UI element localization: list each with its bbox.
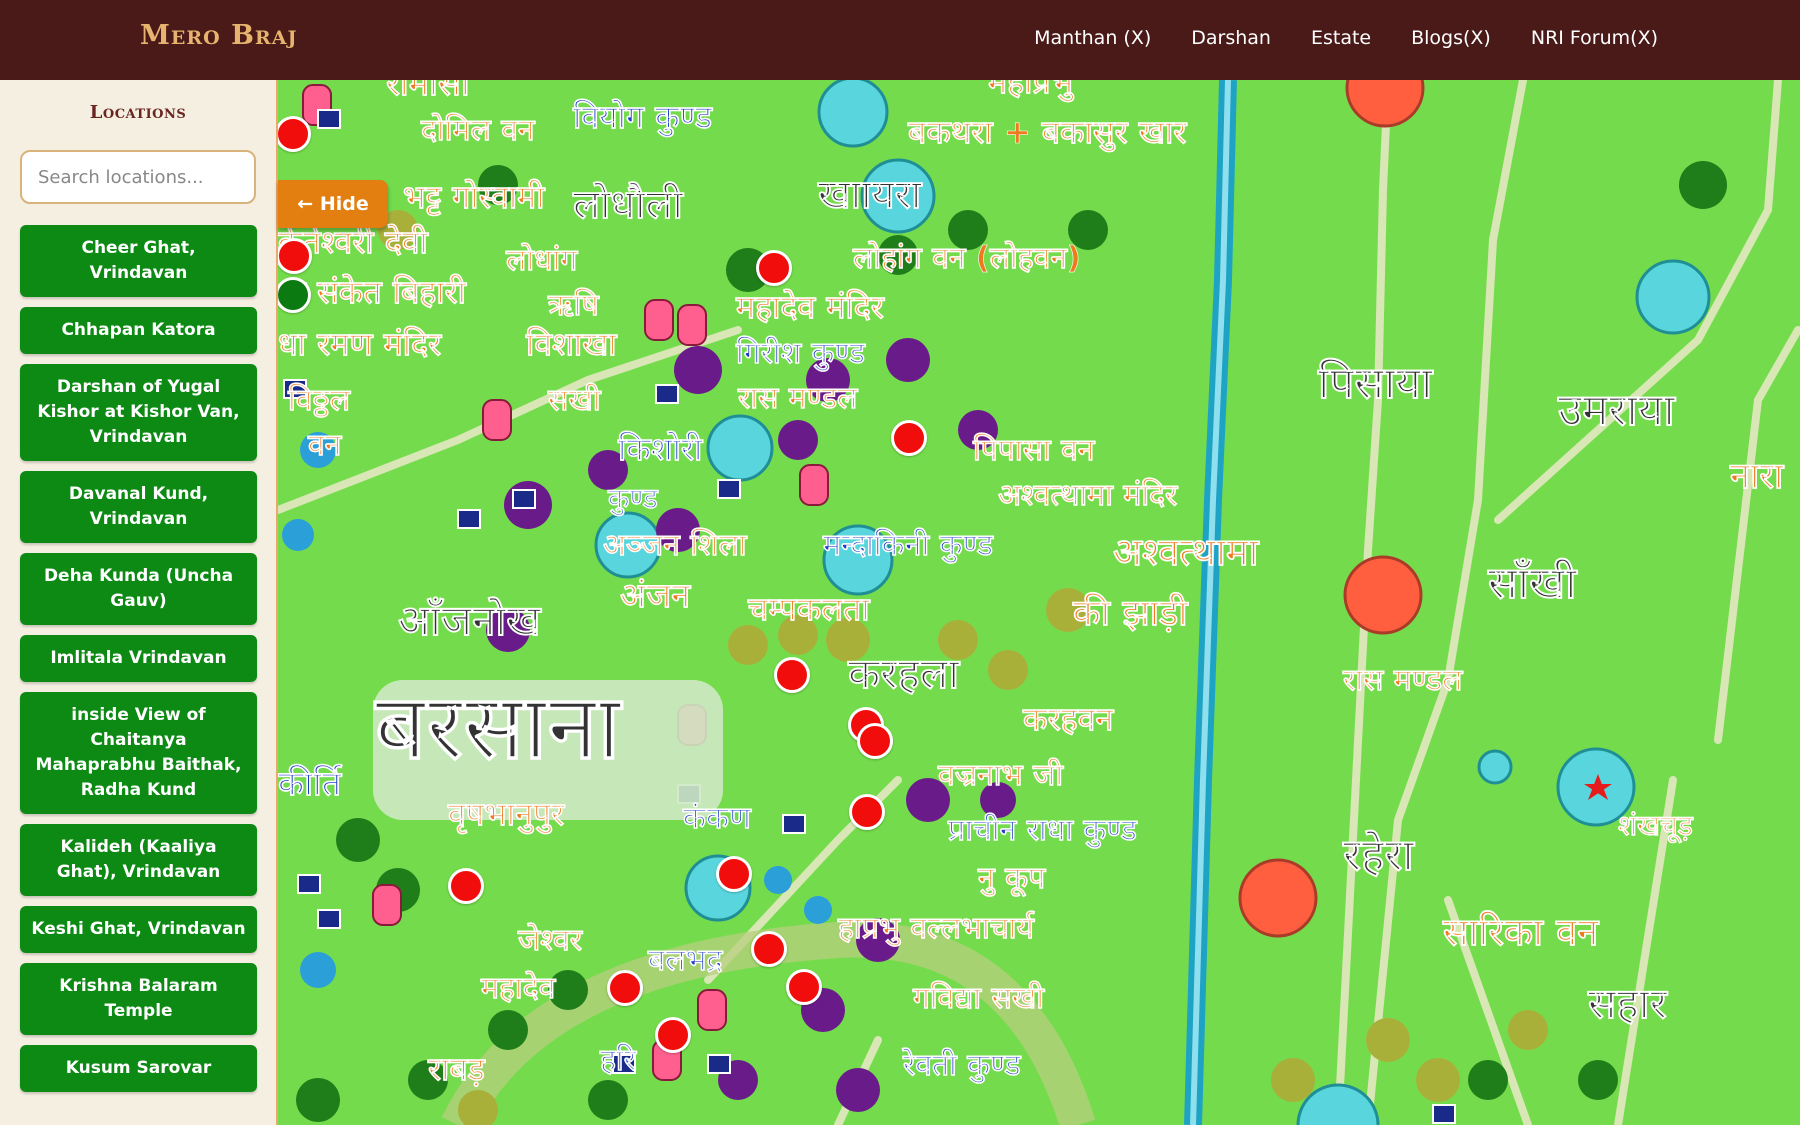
location-button[interactable]: Deha Kunda (Uncha Gauv) bbox=[20, 553, 257, 625]
location-button[interactable]: Kusum Sarovar bbox=[20, 1045, 257, 1092]
nav-manthan[interactable]: Manthan (X) bbox=[1034, 27, 1151, 49]
map-label: दोमिल वन bbox=[420, 112, 536, 148]
map-label: लोधांग bbox=[505, 242, 578, 278]
map-label: लोहांग वन (लोहवन) bbox=[852, 240, 1081, 276]
map-label: करहवन bbox=[1022, 700, 1114, 738]
map-label: हरि bbox=[599, 1042, 638, 1078]
map-label: वृषभानुपुर bbox=[447, 795, 566, 835]
map-label: वन bbox=[307, 428, 343, 463]
map-label: किशोरी bbox=[617, 430, 704, 468]
map-label: सहार bbox=[1587, 979, 1669, 1028]
map-label: धा रमण मंदिर bbox=[278, 325, 443, 363]
brand-logo[interactable]: Mero Braj bbox=[140, 20, 297, 51]
location-button[interactable]: Cheer Ghat, Vrindavan bbox=[20, 225, 257, 297]
map-label: अञ्जन शिला bbox=[603, 527, 748, 563]
map-label: हाप्रभु वल्लभाचार्य bbox=[837, 910, 1036, 947]
locations-sidebar: Locations Cheer Ghat, Vrindavan Chhapan … bbox=[0, 80, 278, 1125]
map-label: विशाखा bbox=[525, 325, 618, 363]
location-marker[interactable] bbox=[774, 657, 810, 693]
map-label: खाायरा bbox=[817, 172, 923, 218]
location-marker[interactable] bbox=[857, 723, 893, 759]
sidebar-title: Locations bbox=[89, 102, 187, 123]
top-navbar: Mero Braj Manthan (X) Darshan Estate Blo… bbox=[0, 0, 1800, 80]
map-label: रेवती कुण्ड bbox=[901, 1047, 1022, 1084]
map-label: भट्ट गोस्वामी bbox=[403, 178, 546, 216]
map-label: करहला bbox=[847, 649, 961, 698]
location-button[interactable]: Krishna Balaram Temple bbox=[20, 963, 257, 1035]
map-label: शंखचूड़ bbox=[1618, 809, 1694, 844]
location-button[interactable]: Imlitala Vrindavan bbox=[20, 635, 257, 682]
hide-sidebar-button[interactable]: ← Hide bbox=[278, 180, 388, 228]
location-marker[interactable] bbox=[716, 856, 752, 892]
map-label: वज्रनाभ जी bbox=[937, 757, 1064, 793]
map-label: जेश्वर bbox=[517, 922, 584, 958]
map-label: पिसाया bbox=[1317, 357, 1434, 409]
location-marker[interactable] bbox=[655, 1017, 691, 1053]
location-list: Cheer Ghat, Vrindavan Chhapan Katora Dar… bbox=[20, 225, 257, 1102]
main-nav: Manthan (X) Darshan Estate Blogs(X) NRI … bbox=[1034, 27, 1658, 49]
map-label: गविद्या सखी bbox=[912, 980, 1045, 1016]
map-label: बलभद्र bbox=[647, 943, 724, 978]
map-label: लोधौली bbox=[572, 181, 685, 228]
map-label: विठ्ठल bbox=[287, 382, 352, 418]
location-marker[interactable] bbox=[849, 794, 885, 830]
location-marker[interactable] bbox=[891, 420, 927, 456]
nav-darshan[interactable]: Darshan bbox=[1191, 27, 1271, 49]
map-artwork: रामासी दोमिल वन वियोग कुण्ड महाप्रभु बकथरा +… bbox=[278, 80, 1800, 1125]
map-label: गिरीश कुण्ड bbox=[735, 335, 866, 372]
map-label: अंजन bbox=[620, 576, 691, 616]
map-label: उमराया bbox=[1557, 385, 1676, 436]
map-label: महादेव मंदिर bbox=[735, 288, 886, 326]
map-label: राबड़ bbox=[427, 1050, 486, 1088]
location-button[interactable]: Kalideh (Kaaliya Ghat), Vrindavan bbox=[20, 824, 257, 896]
map-label: आँजनोख bbox=[398, 596, 542, 645]
map-label: अश्वत्थामा bbox=[1113, 530, 1260, 574]
map-label: रामासी bbox=[385, 80, 471, 104]
map-label: साँखी bbox=[1487, 557, 1578, 609]
location-marker[interactable] bbox=[607, 970, 643, 1006]
location-button[interactable]: Chhapan Katora bbox=[20, 307, 257, 354]
nav-blogs[interactable]: Blogs(X) bbox=[1411, 27, 1491, 49]
location-button[interactable]: Davanal Kund, Vrindavan bbox=[20, 471, 257, 543]
map-label: नारा bbox=[1729, 456, 1785, 497]
map-label: चम्पकलता bbox=[747, 590, 871, 628]
map-label: की झाड़ी bbox=[1072, 592, 1189, 634]
map-label: वियोग कुण्ड bbox=[572, 98, 713, 138]
map-label: महादेव bbox=[480, 970, 557, 1006]
map-label: कीर्ति bbox=[278, 763, 343, 804]
map-label: पिपासा वन bbox=[972, 432, 1096, 468]
location-button[interactable]: Darshan of Yugal Kishor at Kishor Van, V… bbox=[20, 364, 257, 461]
map-label: रास मण्डल bbox=[1342, 663, 1464, 698]
map-label: रास मण्डल bbox=[737, 381, 859, 416]
map-label: सखी bbox=[547, 382, 602, 418]
map-label: अश्वत्थामा मंदिर bbox=[998, 477, 1179, 513]
map-label: ऋषि bbox=[547, 287, 600, 323]
nav-nri-forum[interactable]: NRI Forum(X) bbox=[1531, 27, 1658, 49]
nav-estate[interactable]: Estate bbox=[1311, 27, 1371, 49]
map-label: सारिका वन bbox=[1442, 910, 1600, 954]
map-label: कंकण bbox=[682, 801, 752, 836]
map-label: बकथरा + बकासुर खार bbox=[907, 113, 1188, 153]
location-marker[interactable] bbox=[448, 868, 484, 904]
map-label: मन्दाकिनी कुण्ड bbox=[822, 527, 994, 564]
map-label: प्राचीन राधा कुण्ड bbox=[947, 812, 1138, 849]
map-label: नु कूप bbox=[977, 861, 1046, 897]
braj-map[interactable]: रामासी दोमिल वन वियोग कुण्ड महाप्रभु बकथरा +… bbox=[278, 80, 1800, 1125]
map-label: कुण्ड bbox=[607, 482, 659, 516]
location-button[interactable]: inside View of Chaitanya Mahaprabhu Bait… bbox=[20, 692, 257, 814]
map-label: महाप्रभु bbox=[987, 80, 1075, 103]
location-marker[interactable] bbox=[756, 250, 792, 286]
map-label: रहेरा bbox=[1342, 829, 1415, 881]
map-label: बरसाना bbox=[373, 675, 623, 780]
location-marker[interactable] bbox=[786, 969, 822, 1005]
location-button[interactable]: Keshi Ghat, Vrindavan bbox=[20, 906, 257, 953]
search-locations-input[interactable] bbox=[20, 150, 256, 204]
location-marker[interactable] bbox=[751, 931, 787, 967]
